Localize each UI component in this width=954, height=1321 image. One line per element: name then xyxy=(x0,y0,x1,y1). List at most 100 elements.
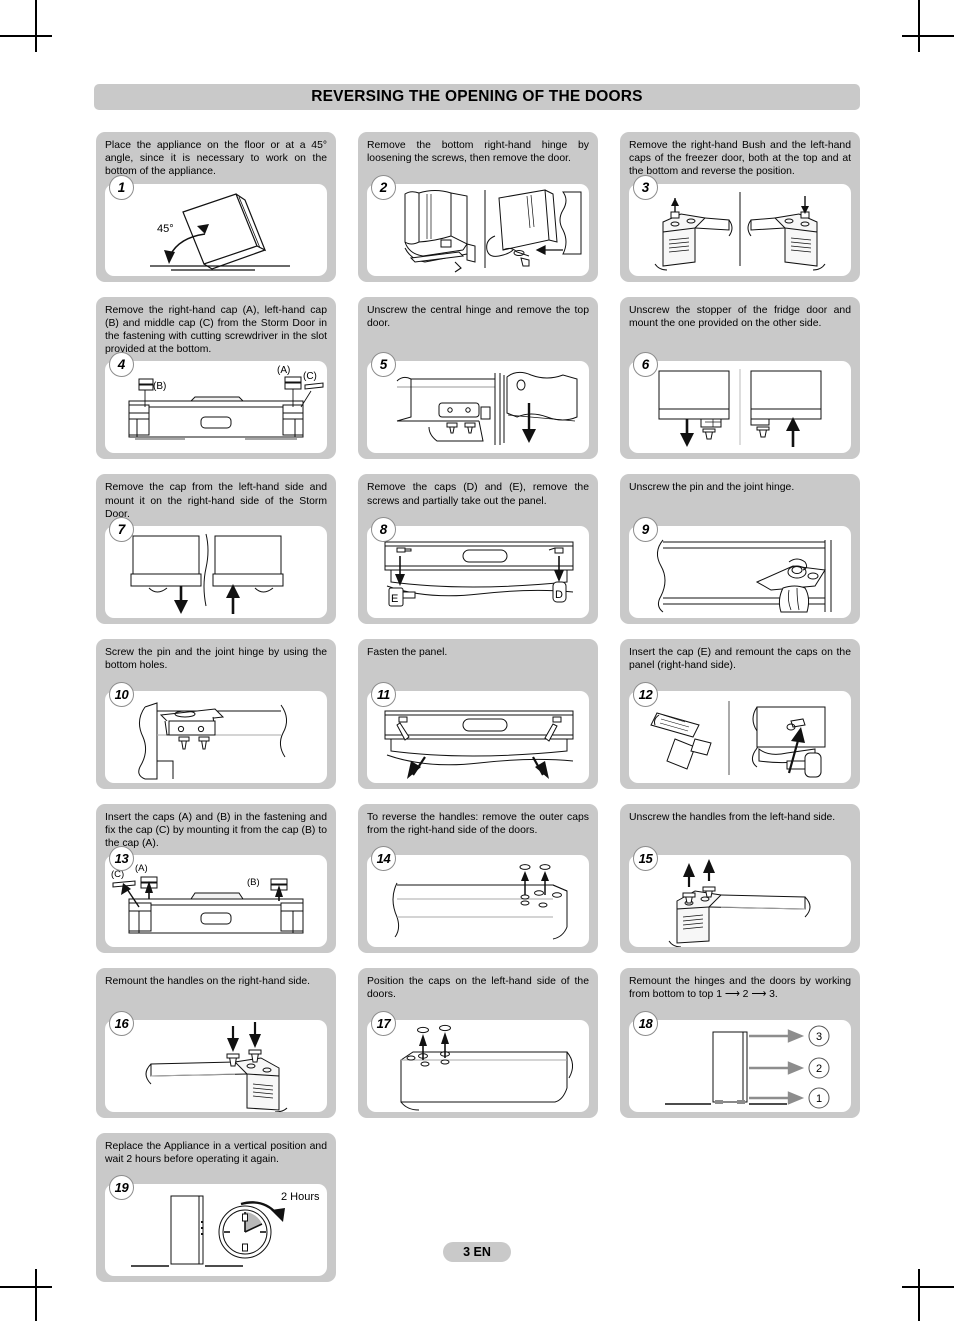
step-illustration-18: 18 3 2 1 xyxy=(629,1010,851,1112)
step-number-badge: 9 xyxy=(633,517,658,543)
step-caption: Replace the Appliance in a vertical posi… xyxy=(105,1140,327,1166)
central-hinge-diagram xyxy=(396,372,578,446)
remove-outer-caps-doors-diagram xyxy=(392,864,568,940)
step-cell-17: Position the caps on the left-hand side … xyxy=(358,968,598,1118)
step-caption: Remove the right-hand cap (A), left-hand… xyxy=(105,304,327,356)
step-row: Remove the right-hand cap (A), left-hand… xyxy=(96,296,860,460)
step-caption: Unscrew the stopper of the fridge door a… xyxy=(629,304,851,329)
step-cell-8: Remove the caps (D) and (E), remove the … xyxy=(358,474,598,625)
crop-mark-top-right-horizontal xyxy=(902,35,954,37)
step-caption: Position the caps on the left-hand side … xyxy=(367,976,589,1001)
appliance-tilt-45-diagram: 45° xyxy=(150,192,290,271)
step-illustration-13: 13 (C) (A) (B) xyxy=(105,846,327,948)
page-footer: 3 EN xyxy=(0,1242,954,1262)
step-illustration-5: 5 xyxy=(367,352,589,454)
step-caption: Remove the right-hand Bush and the left-… xyxy=(629,140,851,178)
step-caption: Remove the cap from the left-hand side a… xyxy=(105,482,327,520)
page-title: REVERSING THE OPENING OF THE DOORS xyxy=(311,88,643,105)
step-illustration-14: 14 xyxy=(367,846,589,948)
step-cell-3: Remove the right-hand Bush and the left-… xyxy=(620,132,860,282)
angle-label: 45° xyxy=(157,223,174,235)
bush-and-caps-reverse-diagram xyxy=(654,191,826,271)
step-cell-10: Screw the pin and the joint hinge by usi… xyxy=(96,639,336,789)
step-caption: Fasten the panel. xyxy=(367,647,448,659)
step-cell-15: Unscrew the handles from the left-hand s… xyxy=(620,803,860,954)
step-cell-13: Insert the caps (A) and (B) in the faste… xyxy=(96,803,336,954)
order-label-3: 3 xyxy=(816,1031,822,1043)
step-cell-11: Fasten the panel. 11 xyxy=(358,639,598,789)
step-caption: Insert the caps (A) and (B) in the faste… xyxy=(105,811,327,850)
step-cell-9: Unscrew the pin and the joint hinge. 9 xyxy=(620,474,860,625)
step-row: Screw the pin and the joint hinge by usi… xyxy=(96,639,860,789)
step-illustration-8: 8 E D xyxy=(367,517,589,619)
cap-b-label: (B) xyxy=(247,877,260,888)
step-cell-16: Remount the handles on the right-hand si… xyxy=(96,968,336,1118)
step-number-badge: 17 xyxy=(371,1010,396,1036)
fridge-door-stopper-diagram xyxy=(658,369,822,448)
step-illustration-9: 9 xyxy=(629,517,851,619)
step-illustration-7: 7 xyxy=(105,517,327,619)
step-cell-14: To reverse the handles: remove the outer… xyxy=(358,803,598,954)
step-cell-4: Remove the right-hand cap (A), left-hand… xyxy=(96,296,336,460)
order-label-1: 1 xyxy=(816,1093,822,1105)
step-caption: To reverse the handles: remove the outer… xyxy=(367,811,589,836)
step-number-badge: 16 xyxy=(109,1010,134,1036)
step-cell-12: Insert the cap (E) and remount the caps … xyxy=(620,639,860,789)
remount-hinges-doors-order-diagram: 3 2 1 xyxy=(665,1025,830,1109)
steps-grid: Place the appliance on the floor or at a… xyxy=(96,132,860,1297)
step-illustration-16: 16 xyxy=(105,1010,327,1112)
crop-mark-bottom-right-horizontal xyxy=(902,1286,954,1288)
step-caption: Insert the cap (E) and remount the caps … xyxy=(629,647,851,672)
step-row: Remove the cap from the left-hand side a… xyxy=(96,474,860,625)
crop-mark-top-right-vertical xyxy=(918,0,920,52)
step-illustration-11: 11 xyxy=(367,681,589,783)
step-number-badge: 18 xyxy=(633,1010,658,1036)
crop-mark-top-left-vertical xyxy=(35,0,37,52)
crop-mark-top-left-horizontal xyxy=(0,35,52,37)
step-number-badge: 3 xyxy=(633,174,658,200)
wait-time-label: 2 Hours xyxy=(281,1191,320,1203)
step-caption: Unscrew the central hinge and remove the… xyxy=(367,304,589,329)
insert-caps-a-b-c-diagram: (C) (A) (B) xyxy=(111,863,304,934)
remount-handles-right-diagram xyxy=(145,1021,288,1112)
step-caption: Remove the bottom right-hand hinge by lo… xyxy=(367,140,589,165)
step-number-badge: 8 xyxy=(371,517,396,543)
page-number-badge: 3 EN xyxy=(443,1242,511,1262)
step-illustration-10: 10 xyxy=(105,681,327,783)
step-number-badge: 2 xyxy=(371,174,396,200)
step-row: Insert the caps (A) and (B) in the faste… xyxy=(96,803,860,954)
step-caption: Unscrew the pin and the joint hinge. xyxy=(629,482,795,494)
cap-e-label: E xyxy=(391,593,398,605)
crop-mark-bottom-right-vertical xyxy=(918,1269,920,1321)
fasten-panel-diagram xyxy=(384,710,574,779)
storm-door-cap-move-diagram xyxy=(130,533,284,615)
step-caption: Remount the hinges and the doors by work… xyxy=(629,976,851,1001)
storm-door-caps-diagram: (B) (A) (C) xyxy=(128,365,324,440)
pin-hinge-screw-bottom-holes-diagram xyxy=(138,701,287,780)
step-cell-5: Unscrew the central hinge and remove the… xyxy=(358,296,598,460)
step-illustration-2: 2 xyxy=(367,174,589,276)
step-illustration-15: 15 xyxy=(629,846,851,948)
step-cell-1: Place the appliance on the floor or at a… xyxy=(96,132,336,282)
panel-caps-removal-diagram: E D xyxy=(384,541,574,607)
step-illustration-6: 6 xyxy=(629,352,851,454)
cap-a-label: (A) xyxy=(277,365,290,376)
step-caption: Remove the caps (D) and (E), remove the … xyxy=(367,482,589,507)
position-caps-left-doors-diagram xyxy=(400,1024,573,1111)
step-number-badge: 12 xyxy=(633,681,658,707)
step-cell-2: Remove the bottom right-hand hinge by lo… xyxy=(358,132,598,282)
step-illustration-1: 1 45° xyxy=(105,174,327,276)
cap-c-label: (C) xyxy=(303,371,317,382)
step-number-badge: 11 xyxy=(371,681,396,707)
step-row: Remount the handles on the right-hand si… xyxy=(96,968,860,1118)
crop-mark-bottom-left-horizontal xyxy=(0,1286,52,1288)
cap-a-label: (A) xyxy=(135,863,148,874)
step-illustration-4: 4 (B) (A) (C) xyxy=(105,352,327,454)
cap-b-label: (B) xyxy=(153,381,166,392)
step-caption: Place the appliance on the floor or at a… xyxy=(105,140,327,178)
step-caption: Screw the pin and the joint hinge by usi… xyxy=(105,647,327,672)
step-cell-18: Remount the hinges and the doors by work… xyxy=(620,968,860,1118)
page-title-bar: REVERSING THE OPENING OF THE DOORS xyxy=(94,84,860,110)
bottom-hinge-removal-diagram xyxy=(404,189,582,273)
step-illustration-12: 12 xyxy=(629,681,851,783)
